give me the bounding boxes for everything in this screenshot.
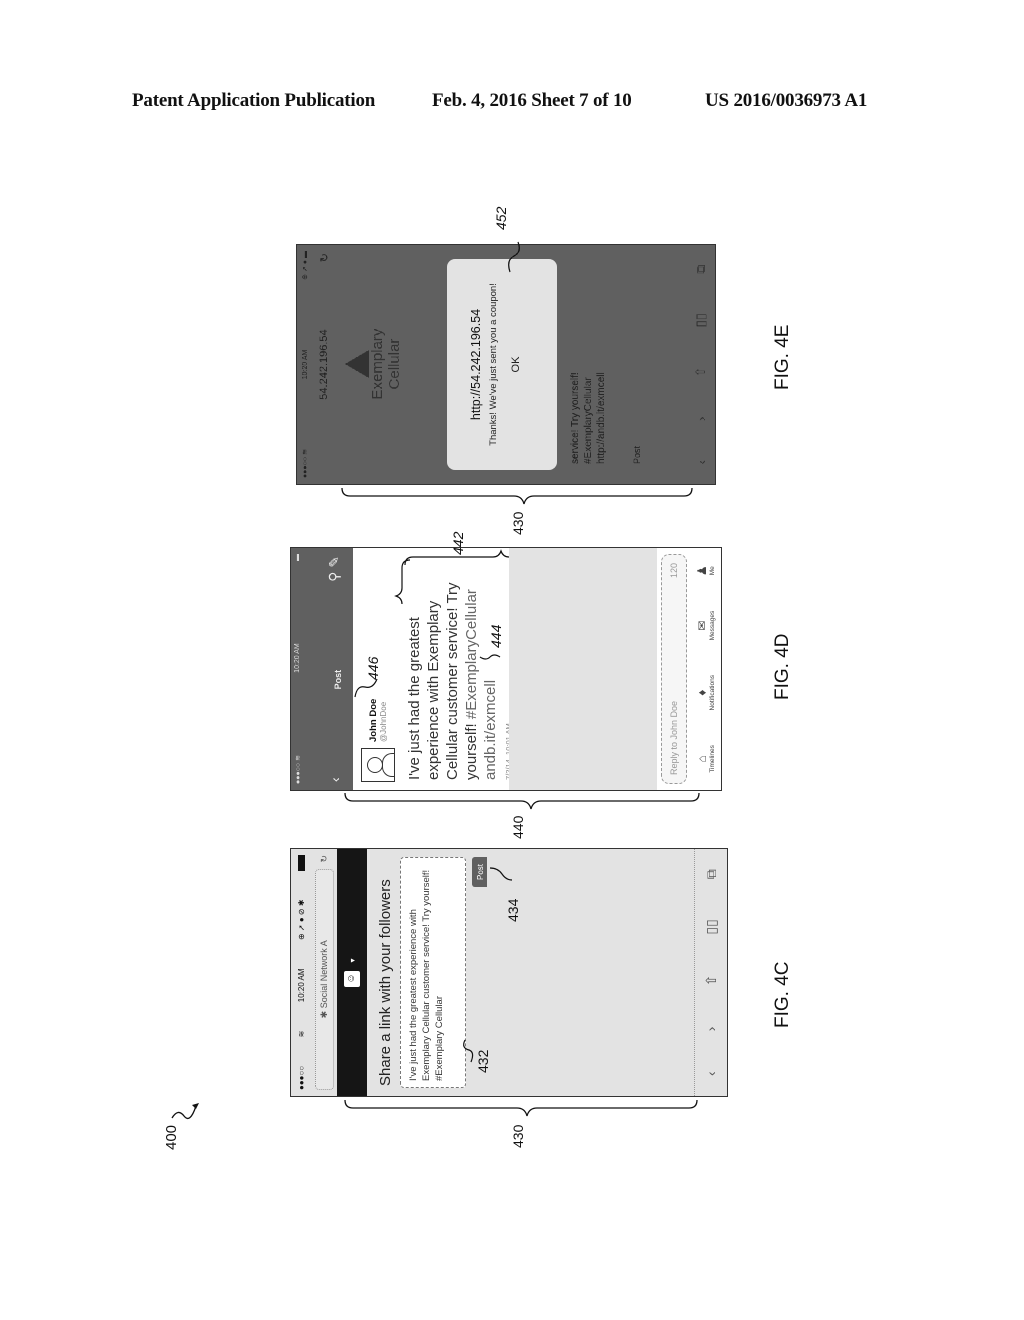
back-icon[interactable]: ‹ xyxy=(703,1071,719,1076)
content-area xyxy=(509,548,657,790)
tab-notifications[interactable]: ♦ Notifications xyxy=(695,675,716,710)
brace-430-4e xyxy=(341,487,693,505)
fig-label-4c: FIG. 4C xyxy=(772,961,793,1028)
tab-bar: ⌂ Timelines ♦ Notifications ✉ Messages ♟ Me xyxy=(689,548,721,790)
status-bar: ●●●○○ ≋ 10:20 AM ⊕ ➚ ● ▬ xyxy=(301,251,310,478)
url-bar[interactable]: ✱ Social Network A ↻ xyxy=(311,849,337,1096)
url-text[interactable]: 54.242.196.54 xyxy=(318,329,330,399)
patent-number: US 2016/0036973 A1 xyxy=(705,90,868,111)
tab-messages[interactable]: ✉ Messages xyxy=(695,611,716,641)
tab-timelines[interactable]: ⌂ Timelines xyxy=(695,745,716,773)
compose-icon[interactable]: ✎ xyxy=(326,556,342,568)
status-bar: ●●●○○ ≋ 10:20 AM ▬ xyxy=(294,554,302,784)
post-text-input[interactable]: I've just had the greatest experience wi… xyxy=(400,857,466,1088)
bell-icon: ♦ xyxy=(694,689,709,696)
post-label: Post xyxy=(632,445,642,464)
ref-446: 446 xyxy=(365,656,381,680)
user-name: John Doe xyxy=(368,698,379,742)
site-nav-bar: ☺ ▾ xyxy=(337,849,367,1096)
url-field[interactable]: ✱ Social Network A xyxy=(314,868,334,1090)
reply-input[interactable]: Reply to John Doe 120 xyxy=(661,554,687,784)
ref-442: 442 xyxy=(450,531,466,555)
wifi-icon: ≋ xyxy=(296,1030,306,1038)
short-link[interactable]: andb.it/exmcell xyxy=(482,680,499,780)
dropdown-icon[interactable]: ▾ xyxy=(348,959,357,963)
brace-440 xyxy=(344,792,700,810)
forward-icon[interactable]: › xyxy=(703,1027,719,1032)
lock-icon: ✱ xyxy=(318,1008,329,1019)
fig-label-4d: FIG. 4D xyxy=(772,633,793,700)
reply-placeholder: Reply to John Doe xyxy=(669,700,679,775)
tabs-icon[interactable]: ⧉ xyxy=(693,265,709,274)
share-panel: Share a link with your followers I've ju… xyxy=(367,849,490,1096)
phone-screen-4d: ●●●○○ ≋ 10:20 AM ▬ ‹ Post ⚲ ✎ John Doe @Jo… xyxy=(290,547,722,791)
back-icon[interactable]: ‹ xyxy=(694,460,709,464)
ref-400-arrow xyxy=(171,1105,197,1120)
ref-452: 452 xyxy=(493,206,509,230)
avatar[interactable] xyxy=(361,748,395,782)
home-icon: ⌂ xyxy=(694,755,709,763)
share-icon[interactable]: ⇧ xyxy=(693,367,709,378)
publication-title: Patent Application Publication xyxy=(132,90,376,111)
phone-screen-4e: ●●●○○ ≋ 10:20 AM ⊕ ➚ ● ▬ 54.242.196.54 ↻ E… xyxy=(296,244,716,485)
brand-logo: Exemplary Cellular xyxy=(345,304,435,424)
bookmarks-icon[interactable]: ▯▯ xyxy=(703,919,720,934)
tweet-body: I've just had the greatest experience wi… xyxy=(403,548,502,790)
hashtag-link[interactable]: #ExemplaryCellular xyxy=(463,589,480,719)
ref-400-arrowhead xyxy=(192,1103,199,1109)
url-bar[interactable]: 54.242.196.54 ↻ xyxy=(313,245,335,484)
reload-icon[interactable]: ↻ xyxy=(319,855,330,863)
browser-toolbar: ‹ › ⇧ ▯▯ ⧉ xyxy=(694,849,727,1096)
ref-434: 434 xyxy=(505,898,521,922)
brace-430-4c xyxy=(344,1099,698,1117)
search-icon[interactable]: ⚲ xyxy=(326,572,342,582)
ref-440: 440 xyxy=(510,815,526,839)
status-icons: ⊕ ➚ ● ⊘ ✱ xyxy=(296,899,306,940)
signal-indicator: ●●●○○ xyxy=(296,1065,306,1090)
fig-4d: ●●●○○ ≋ 10:20 AM ▬ ‹ Post ⚲ ✎ John Doe @Jo… xyxy=(290,547,722,791)
alert-dialog: http://54.242.196.54 Thanks! We've just … xyxy=(447,259,557,470)
share-icon[interactable]: ⇧ xyxy=(703,975,720,987)
bookmarks-icon[interactable]: ▯▯ xyxy=(693,313,709,327)
ref-432: 432 xyxy=(475,1049,491,1073)
tabs-icon[interactable]: ⧉ xyxy=(703,869,720,879)
dialog-title: http://54.242.196.54 xyxy=(469,308,483,421)
ref-430-4e: 430 xyxy=(510,511,526,535)
forward-icon[interactable]: › xyxy=(694,417,709,421)
reload-icon[interactable]: ↻ xyxy=(318,253,331,262)
fig-4e: ●●●○○ ≋ 10:20 AM ⊕ ➚ ● ▬ 54.242.196.54 ↻ E… xyxy=(296,244,716,485)
app-nav-bar: ●●●○○ ≋ 10:20 AM ▬ ‹ Post ⚲ ✎ xyxy=(291,548,353,790)
share-title: Share a link with your followers xyxy=(377,879,394,1086)
tab-me[interactable]: ♟ Me xyxy=(695,565,716,576)
fig-label-4e: FIG. 4E xyxy=(772,324,793,390)
dialog-message: Thanks! We've just sent you a coupon! xyxy=(488,283,499,446)
logo-triangle-icon xyxy=(345,350,369,378)
battery-icon xyxy=(297,855,305,872)
messages-icon: ✉ xyxy=(694,620,709,631)
status-time: 10:20 AM xyxy=(296,968,306,1003)
avatar-icon[interactable]: ☺ xyxy=(344,970,360,987)
user-handle: @JohnDoe xyxy=(379,701,388,742)
ref-430-4c: 430 xyxy=(510,1124,526,1148)
background-post-text: service! Try yourself! #ExemplaryCellula… xyxy=(570,372,607,464)
status-bar: ●●●○○ ≋ 10:20 AM ⊕ ➚ ● ⊘ ✱ xyxy=(291,849,311,1096)
phone-screen-4c: ●●●○○ ≋ 10:20 AM ⊕ ➚ ● ⊘ ✱ ✱ Social Netw… xyxy=(290,848,728,1097)
ref-444: 444 xyxy=(488,624,504,648)
fig-4c: ●●●○○ ≋ 10:20 AM ⊕ ➚ ● ⊘ ✱ ✱ Social Netw… xyxy=(290,848,728,1097)
browser-toolbar: ‹ › ⇧ ▯▯ ⧉ xyxy=(687,245,715,484)
char-count: 120 xyxy=(669,563,679,579)
back-icon[interactable]: ‹ xyxy=(327,777,343,782)
page-content-area xyxy=(487,849,695,1096)
figure-ref-400: 400 xyxy=(163,1124,180,1150)
dialog-ok-button[interactable]: OK xyxy=(510,259,522,470)
person-icon: ♟ xyxy=(694,565,709,577)
date-sheet: Feb. 4, 2016 Sheet 7 of 10 xyxy=(432,90,632,111)
nav-title: Post xyxy=(333,669,343,690)
